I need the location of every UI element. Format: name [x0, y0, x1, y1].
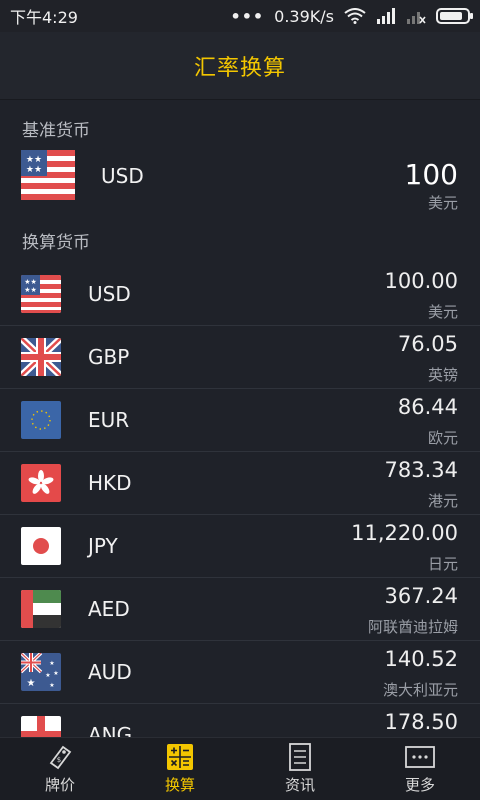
currency-value: 783.34: [384, 458, 458, 482]
rate-row-gbp[interactable]: GBP 76.05 英镑: [0, 326, 480, 389]
au-flag-icon: ★ ★ ★ ★ ★: [21, 653, 61, 691]
tab-more[interactable]: 更多: [360, 738, 480, 800]
tab-price[interactable]: $ 牌价: [0, 738, 120, 800]
svg-text:$: $: [57, 756, 61, 764]
currency-code: ANG: [88, 723, 133, 737]
rate-row-ang[interactable]: ANG 178.50: [0, 704, 480, 737]
currency-value: 100.00: [384, 269, 458, 293]
signal-off-icon: [407, 12, 426, 24]
svg-text:★★: ★★: [24, 278, 37, 286]
base-amount-input[interactable]: 100: [405, 158, 458, 191]
title-bar: 汇率换算: [0, 32, 480, 100]
uk-flag-icon: [21, 338, 61, 376]
battery-icon: [436, 8, 473, 24]
currency-unit: 港元: [427, 492, 458, 510]
hk-flag-icon: [21, 464, 61, 502]
more-dots-icon: •••: [230, 6, 265, 26]
us-flag-icon: ★★ ★★: [21, 275, 61, 313]
ae-flag-icon: [21, 590, 61, 628]
currency-value: 76.05: [397, 332, 458, 356]
base-currency-label: 基准货币: [22, 121, 90, 141]
network-speed: 0.39K/s: [274, 6, 334, 26]
currency-unit: 阿联酋迪拉姆: [367, 618, 458, 636]
convert-currency-label: 换算货币: [22, 233, 90, 253]
tab-news[interactable]: 资讯: [240, 738, 360, 800]
currency-value: 367.24: [384, 584, 458, 608]
currency-unit: 英镑: [427, 366, 458, 384]
currency-unit: 澳大利亚元: [382, 681, 458, 699]
base-currency-code: USD: [101, 164, 144, 188]
wifi-icon: [344, 8, 366, 24]
tab-label: 资讯: [284, 776, 315, 794]
svg-text:★★: ★★: [24, 286, 37, 294]
jp-flag-icon: [21, 527, 61, 565]
currency-unit: 美元: [427, 303, 458, 321]
currency-code: EUR: [88, 408, 130, 432]
rate-row-aud[interactable]: ★ ★ ★ ★ ★ AUD 140.52 澳大利亚元: [0, 641, 480, 704]
svg-text:★: ★: [27, 678, 36, 689]
rate-row-aed[interactable]: AED 367.24 阿联酋迪拉姆: [0, 578, 480, 641]
bottom-tab-bar: $ 牌价 换算 资讯 更多: [0, 737, 480, 800]
currency-code: GBP: [88, 345, 130, 369]
status-bar: 下午4:29 ••• 0.39K/s: [0, 0, 480, 32]
currency-code: USD: [88, 282, 131, 306]
rate-row-eur[interactable]: EUR 86.44 欧元: [0, 389, 480, 452]
rate-row-hkd[interactable]: HKD 783.34 港元: [0, 452, 480, 515]
currency-code: JPY: [88, 534, 118, 558]
currency-value: 140.52: [384, 647, 458, 671]
svg-text:★: ★: [53, 670, 58, 677]
eu-flag-icon: [21, 401, 61, 439]
news-icon: [289, 743, 311, 771]
tab-label: 牌价: [44, 776, 75, 794]
svg-text:★★: ★★: [26, 155, 42, 165]
currency-value: 11,220.00: [351, 521, 458, 545]
tab-convert[interactable]: 换算: [120, 738, 240, 800]
svg-text:★: ★: [49, 682, 54, 689]
base-currency-row[interactable]: ★★ ★★ USD 100 美元: [0, 142, 480, 212]
rate-row-usd[interactable]: ★★ ★★ USD 100.00 美元: [0, 263, 480, 326]
price-tag-icon: $: [49, 745, 72, 770]
svg-text:★: ★: [45, 672, 50, 679]
currency-code: AUD: [88, 660, 132, 684]
currency-value: 86.44: [397, 395, 458, 419]
currency-unit: 日元: [427, 555, 458, 573]
currency-value: 178.50: [384, 710, 458, 734]
currency-code: HKD: [88, 471, 132, 495]
rate-list[interactable]: ★★ ★★ USD 100.00 美元 GBP 76.05 英镑 EUR 86.…: [0, 263, 480, 737]
currency-code: AED: [88, 597, 130, 621]
svg-text:★: ★: [49, 660, 54, 667]
tab-label: 换算: [164, 776, 195, 794]
base-currency-unit: 美元: [427, 194, 458, 212]
calculator-icon: [167, 744, 193, 770]
signal-icon: [377, 8, 395, 24]
tab-label: 更多: [404, 776, 435, 794]
ang-flag-icon: [21, 716, 61, 737]
svg-text:★★: ★★: [26, 165, 42, 175]
more-icon: [405, 746, 435, 768]
us-flag-icon: ★★ ★★: [21, 150, 75, 200]
rate-row-jpy[interactable]: JPY 11,220.00 日元: [0, 515, 480, 578]
page-title: 汇率换算: [193, 55, 286, 81]
status-time: 下午4:29: [10, 8, 78, 27]
currency-unit: 欧元: [427, 429, 458, 447]
